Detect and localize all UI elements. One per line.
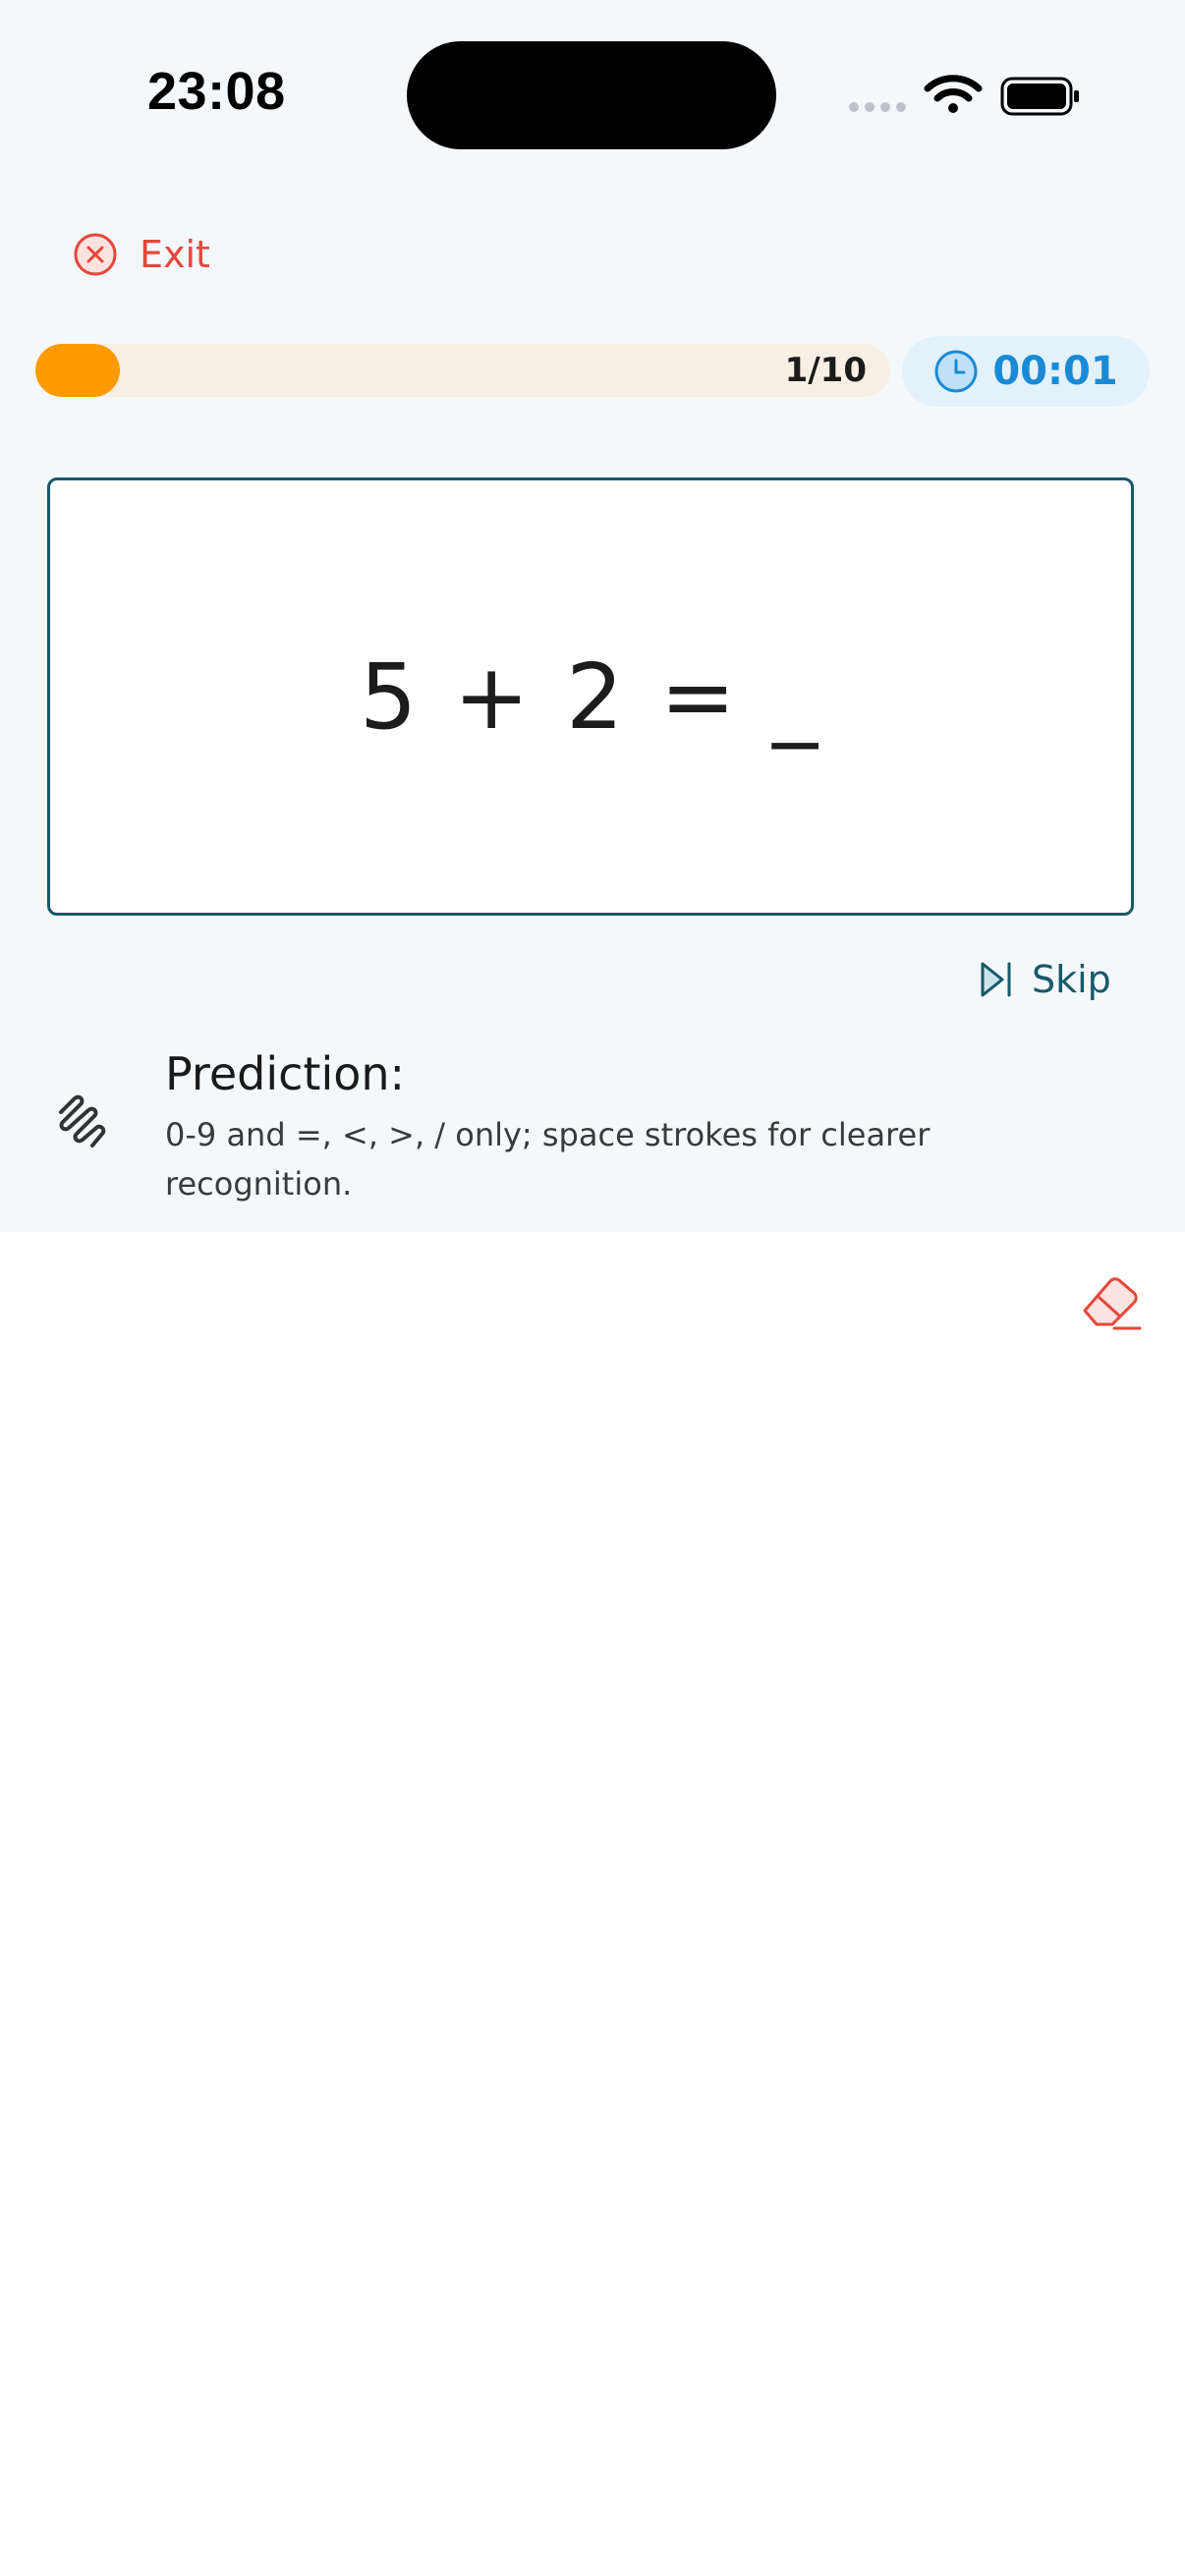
timer-value: 00:01 [992,349,1118,394]
progress-fill [35,344,120,397]
wifi-icon [924,75,983,113]
prediction-hint: 0-9 and =, <, >, / only; space strokes f… [165,1116,931,1203]
dynamic-island [407,41,776,149]
question-text: 5 + 2 = _ [359,644,822,750]
progress-bar: 1/10 [35,344,890,397]
status-time: 23:08 [147,62,286,121]
scribble-icon [59,1094,106,1148]
drawing-canvas[interactable] [0,1232,1185,2576]
eraser-icon[interactable] [1079,1273,1144,1334]
timer-badge: 00:01 [902,336,1150,407]
progress-label: 1/10 [784,351,867,390]
clock-icon [934,350,978,393]
close-circle-icon [74,233,117,276]
skip-button[interactable]: Skip [979,955,1111,1004]
skip-icon [981,962,1011,997]
question-card: 5 + 2 = _ [47,477,1134,916]
exit-label: Exit [140,233,210,276]
battery-icon [1000,77,1079,116]
prediction-title: Prediction: [165,1047,406,1100]
skip-label: Skip [1032,958,1111,1001]
exit-button[interactable]: Exit [73,230,210,279]
cellular-signal-icon [849,102,906,112]
